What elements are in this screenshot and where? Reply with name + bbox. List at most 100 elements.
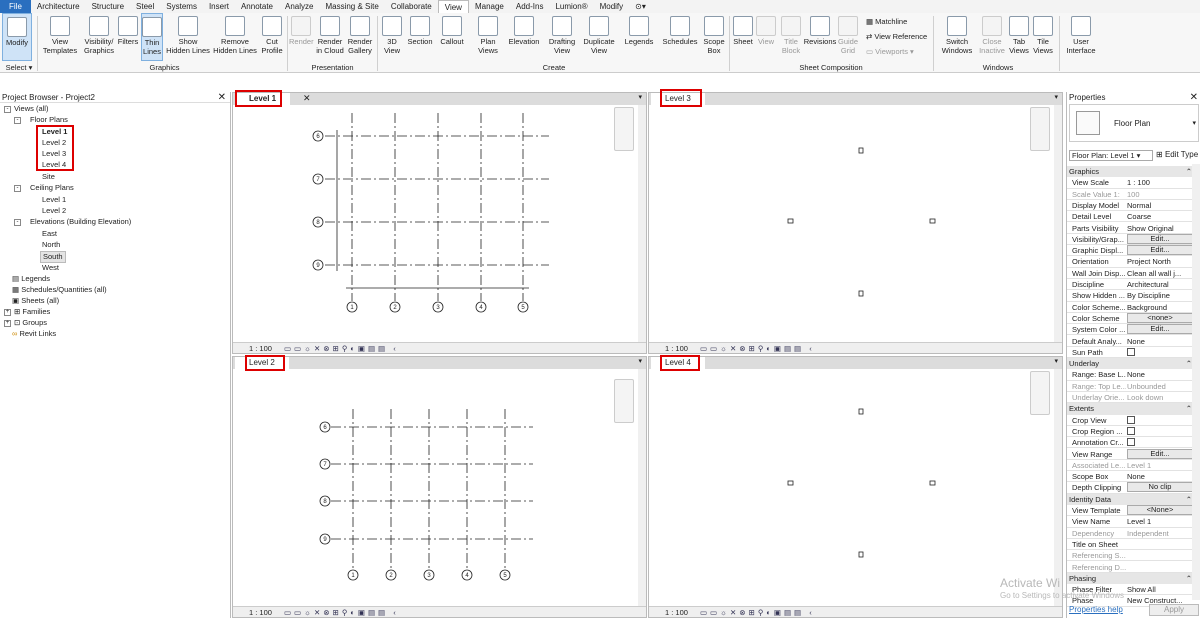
type-selector[interactable]: Floor Plan ▾: [1069, 104, 1199, 142]
render-gallery-button[interactable]: Render Gallery: [346, 13, 374, 61]
view-templates-button[interactable]: View Templates: [42, 13, 78, 61]
tree-sheets[interactable]: ▣ Sheets (all): [12, 296, 59, 306]
close-inactive-button[interactable]: Close Inactive: [976, 13, 1008, 61]
plan-views-button[interactable]: Plan Views: [474, 13, 502, 61]
property-value[interactable]: Show Original: [1127, 223, 1193, 234]
vertical-scrollbar[interactable]: [638, 105, 646, 342]
property-value[interactable]: None: [1127, 471, 1193, 482]
remove-hidden-lines-button[interactable]: Remove Hidden Lines: [212, 13, 258, 61]
property-value[interactable]: Show All: [1127, 584, 1193, 595]
view-control-icons[interactable]: ▭▭☼✕⊗⊞⚲◐▣▤▤ ‹: [284, 607, 399, 618]
checkbox[interactable]: [1127, 347, 1135, 356]
property-value[interactable]: None: [1127, 336, 1193, 347]
menu-add-ins[interactable]: Add-Ins: [510, 0, 550, 13]
close-icon[interactable]: ✕: [1190, 92, 1198, 103]
modify-button[interactable]: Modify: [2, 13, 32, 61]
drafting-view-button[interactable]: Drafting View: [546, 13, 578, 61]
property-value[interactable]: Normal: [1127, 200, 1193, 211]
thin-lines-button[interactable]: Thin Lines: [141, 13, 163, 61]
property-value[interactable]: 1 : 100: [1127, 177, 1193, 188]
property-checkbox[interactable]: [1127, 347, 1193, 359]
property-value[interactable]: Background: [1127, 302, 1193, 313]
tile-views-button[interactable]: Tile Views: [1032, 13, 1054, 61]
close-icon[interactable]: ✕: [218, 92, 226, 103]
navigation-bar[interactable]: [614, 379, 634, 423]
tab-menu-icon[interactable]: ▾: [638, 357, 642, 365]
view-reference-button[interactable]: ⇄ View Reference: [866, 32, 927, 41]
property-button[interactable]: <none>: [1127, 312, 1193, 323]
menu-analyze[interactable]: Analyze: [279, 0, 319, 13]
menu-structure[interactable]: Structure: [86, 0, 130, 13]
elevation-button[interactable]: Elevation: [506, 13, 542, 61]
property-button[interactable]: Edit...: [1127, 233, 1193, 244]
property-button[interactable]: Edit...: [1127, 245, 1193, 256]
property-value[interactable]: Coarse: [1127, 211, 1193, 222]
menu-manage[interactable]: Manage: [469, 0, 510, 13]
checkbox[interactable]: [1127, 426, 1135, 435]
tree-elevations[interactable]: Elevations (Building Elevation): [30, 217, 131, 227]
collapse-toggle[interactable]: -: [14, 117, 21, 124]
view-control-icons[interactable]: ▭▭☼✕⊗⊞⚲◐▣▤▤ ‹: [700, 343, 815, 354]
tree-floor-plans[interactable]: Floor Plans: [30, 115, 68, 125]
checkbox[interactable]: [1127, 415, 1135, 424]
view-scale[interactable]: 1 : 100: [665, 608, 688, 617]
tab-views-button[interactable]: Tab Views: [1008, 13, 1030, 61]
section-graphics[interactable]: Graphics ⌃: [1067, 166, 1195, 178]
tree-elevation-south[interactable]: South: [40, 251, 66, 263]
legends-button[interactable]: Legends: [622, 13, 656, 61]
menu-view[interactable]: View: [437, 0, 469, 13]
menu-collaborate[interactable]: Collaborate: [385, 0, 438, 13]
tree-revit-links[interactable]: ∞ Revit Links: [12, 329, 56, 339]
vertical-scrollbar[interactable]: [1054, 105, 1062, 342]
property-value[interactable]: Level 1: [1127, 516, 1193, 527]
property-value[interactable]: Architectural: [1127, 279, 1193, 290]
view-button[interactable]: View: [756, 13, 776, 61]
vertical-scrollbar[interactable]: [638, 369, 646, 606]
tree-groups[interactable]: ⊡ Groups: [14, 318, 47, 328]
property-button[interactable]: Edit...: [1127, 324, 1193, 335]
tree-families[interactable]: ⊞ Families: [14, 307, 50, 317]
title-block-button[interactable]: Title Block: [778, 13, 804, 61]
duplicate-view-button[interactable]: Duplicate View: [581, 13, 617, 61]
schedules-button[interactable]: Schedules: [662, 13, 698, 61]
property-checkbox[interactable]: [1127, 437, 1193, 449]
tab-menu-icon[interactable]: ▾: [1054, 357, 1058, 365]
tree-views-all[interactable]: Views (all): [14, 104, 48, 114]
menu-systems[interactable]: Systems: [160, 0, 203, 13]
property-button[interactable]: <None>: [1127, 505, 1193, 515]
filters-button[interactable]: Filters: [117, 13, 139, 61]
section-identity[interactable]: Identity Data ⌃: [1067, 493, 1195, 505]
tab-menu-icon[interactable]: ▾: [1054, 93, 1058, 101]
select-dropdown[interactable]: Select ▾: [2, 63, 36, 73]
property-checkbox[interactable]: [1127, 426, 1193, 438]
show-hidden-lines-button[interactable]: Show Hidden Lines: [166, 13, 210, 61]
collapse-toggle[interactable]: -: [4, 106, 11, 113]
matchline-button[interactable]: ▦ Matchline: [866, 17, 907, 26]
vertical-scrollbar[interactable]: [1054, 369, 1062, 606]
tree-floor-plan-site[interactable]: Site: [42, 172, 55, 182]
vertical-scrollbar[interactable]: [1192, 164, 1200, 600]
view-scale[interactable]: 1 : 100: [665, 344, 688, 353]
navigation-bar[interactable]: [1030, 107, 1050, 151]
menu-lumion[interactable]: Lumion®: [549, 0, 593, 13]
property-value[interactable]: Clean all wall j...: [1127, 268, 1193, 279]
menu-steel[interactable]: Steel: [130, 0, 160, 13]
expand-toggle[interactable]: +: [4, 320, 11, 327]
view-control-icons[interactable]: ▭▭☼✕⊗⊞⚲◐▣▤▤ ‹: [700, 607, 815, 618]
tree-schedules[interactable]: ▦ Schedules/Quantities (all): [12, 285, 107, 295]
revisions-button[interactable]: Revisions: [803, 13, 837, 61]
view-control-icons[interactable]: ▭▭☼✕⊗⊞⚲◐▣▤▤ ‹: [284, 343, 399, 354]
view-level-3[interactable]: Level 3 ▾ 1 : 100 ▭▭☼✕⊗⊞⚲◐▣▤▤ ‹: [648, 89, 1063, 354]
tree-ceiling-level-2[interactable]: Level 2: [42, 206, 66, 216]
render-button[interactable]: Render: [289, 13, 314, 61]
cut-profile-button[interactable]: Cut Profile: [259, 13, 285, 61]
tree-ceiling-level-1[interactable]: Level 1: [42, 195, 66, 205]
view-scale[interactable]: 1 : 100: [249, 608, 272, 617]
navigation-bar[interactable]: [614, 107, 634, 151]
sheet-button[interactable]: Sheet: [731, 13, 755, 61]
scope-box-button[interactable]: Scope Box: [702, 13, 726, 61]
instance-selector[interactable]: Floor Plan: Level 1 ▾: [1069, 150, 1153, 161]
close-icon[interactable]: ✕: [303, 93, 311, 104]
tree-ceiling-plans[interactable]: Ceiling Plans: [30, 183, 74, 193]
menu-architecture[interactable]: Architecture: [31, 0, 86, 13]
